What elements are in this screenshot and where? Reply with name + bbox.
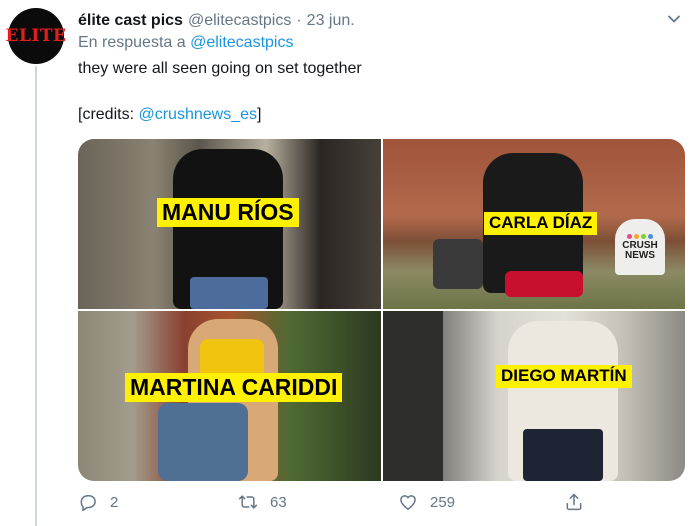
credits-close: ] bbox=[256, 106, 262, 123]
photo-manu-rios[interactable]: MANU RÍOS bbox=[78, 139, 381, 309]
reply-button[interactable]: 2 bbox=[78, 492, 118, 512]
user-handle[interactable]: @elitecastpics bbox=[188, 12, 291, 30]
person-jeans bbox=[190, 277, 268, 309]
watermark-line1: CRUSH bbox=[622, 239, 658, 251]
tweet-text: they were all seen going on set together bbox=[78, 60, 362, 77]
photo-martina-cariddi[interactable]: MARTINA CARIDDI bbox=[78, 311, 381, 481]
credits-link[interactable]: @crushnews_es bbox=[138, 106, 257, 123]
heart-icon bbox=[400, 495, 416, 510]
retweet-count: 63 bbox=[270, 493, 287, 511]
photo-label: MANU RÍOS bbox=[157, 198, 299, 228]
reply-icon bbox=[80, 495, 96, 512]
watermark-dots bbox=[627, 233, 653, 239]
tweet-date[interactable]: 23 jun. bbox=[307, 12, 355, 30]
watermark-line2: NEWS bbox=[625, 249, 655, 261]
door-frame bbox=[383, 311, 443, 481]
share-button[interactable] bbox=[564, 492, 596, 512]
avatar[interactable]: ELITE bbox=[5, 8, 67, 64]
display-name[interactable]: élite cast pics bbox=[78, 12, 183, 30]
reply-count: 2 bbox=[110, 493, 119, 511]
like-button[interactable]: 259 bbox=[398, 492, 455, 512]
reply-context: En respuesta a @elitecastpics bbox=[78, 34, 293, 52]
retweet-button[interactable]: 63 bbox=[238, 492, 287, 512]
tweet-actions: 2 63 259 bbox=[78, 492, 638, 518]
tweet-header: élite cast pics @elitecastpics · 23 jun. bbox=[78, 10, 680, 32]
retweet-icon bbox=[238, 495, 258, 509]
credits-open: [credits: bbox=[78, 106, 139, 123]
reply-to-link[interactable]: @elitecastpics bbox=[190, 34, 293, 51]
share-icon bbox=[566, 493, 582, 511]
photo-label: MARTINA CARIDDI bbox=[125, 373, 343, 403]
photo-label: DIEGO MARTÍN bbox=[496, 365, 632, 388]
photo-carla-diaz[interactable]: CARLA DÍAZ CRUSH NEWS bbox=[383, 139, 685, 309]
denim-jacket bbox=[158, 403, 248, 481]
person-trousers bbox=[523, 429, 603, 481]
credits-line: [credits: @crushnews_es] bbox=[78, 106, 261, 124]
media-grid: MANU RÍOS CARLA DÍAZ CRUSH NEWS MARTINA … bbox=[78, 139, 685, 481]
chair bbox=[433, 239, 483, 289]
photo-diego-martin[interactable]: DIEGO MARTÍN bbox=[383, 311, 685, 481]
photo-label: CARLA DÍAZ bbox=[484, 212, 598, 235]
thread-line bbox=[35, 66, 37, 526]
chevron-down-icon[interactable] bbox=[666, 11, 682, 27]
separator-dot: · bbox=[296, 12, 302, 29]
avatar-logo-text: ELITE bbox=[5, 26, 67, 46]
reply-prefix: En respuesta a bbox=[78, 34, 186, 51]
bag bbox=[505, 271, 583, 297]
crush-news-watermark: CRUSH NEWS bbox=[615, 219, 665, 275]
like-count: 259 bbox=[430, 493, 456, 511]
